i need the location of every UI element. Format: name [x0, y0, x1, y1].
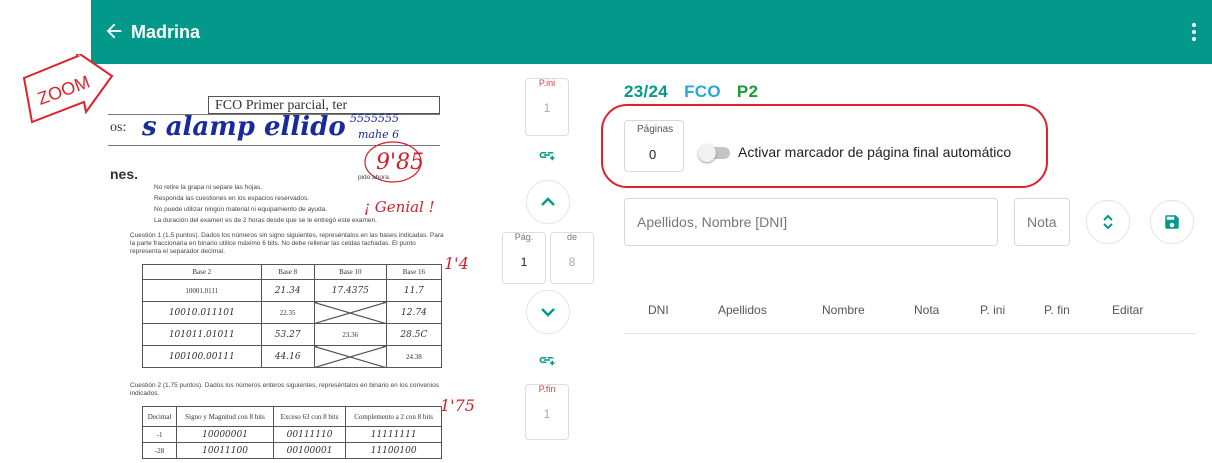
save-button[interactable]: [1150, 200, 1194, 244]
page-title: Madrina: [131, 22, 201, 42]
comment-mark: ¡ Genial !: [364, 198, 435, 216]
breadcrumb-year: 23/24: [624, 82, 669, 101]
save-icon: [1165, 215, 1179, 229]
arrow-left-icon[interactable]: [103, 20, 125, 42]
page-field[interactable]: Pág. 1: [502, 232, 546, 284]
instructions-tail: pido ahora.: [358, 174, 391, 181]
q1-header-base16: Base 16: [385, 264, 443, 280]
table-cell: 11.7: [385, 279, 443, 302]
page-value: 1: [520, 255, 528, 269]
total-pages-field: de 8: [550, 232, 594, 284]
table-cell: -1: [141, 426, 178, 443]
col-nota[interactable]: Nota: [914, 303, 939, 317]
col-pini[interactable]: P. ini: [980, 303, 1005, 317]
q1-header-base2: Base 2: [142, 264, 262, 280]
table-divider: [624, 333, 1196, 334]
col-apellidos[interactable]: Apellidos: [718, 303, 767, 317]
unfold-icon: [1103, 214, 1113, 230]
table-cell: 24.38: [385, 345, 443, 368]
page-down-button[interactable]: [526, 290, 570, 334]
handwritten-dni: 5555555: [350, 112, 399, 125]
app-bar: Madrina: [91, 0, 1212, 64]
page-up-button[interactable]: [526, 180, 570, 224]
question-2-table: Decimal Signo y Magnitud con 8 bits Exce…: [141, 406, 442, 459]
table-cell: 00111110: [272, 426, 347, 443]
col-editar[interactable]: Editar: [1112, 303, 1143, 317]
table-cell: 11100100: [345, 442, 442, 459]
breadcrumb-exam: P2: [736, 82, 759, 101]
table-cell: 10001.0111: [142, 279, 262, 302]
instruction-2: Responda las cuestiones en los espacios …: [154, 195, 310, 202]
question-1-table: Base 2 Base 8 Base 10 Base 16 10001.0111…: [142, 264, 443, 368]
pini-label: P.ini: [538, 78, 556, 88]
total-pages-label: de: [566, 232, 577, 242]
table-cell: 00100001: [272, 442, 347, 459]
section-title: nes.: [110, 166, 139, 182]
question-2-text: Cuestión 2 (1.75 puntos). Dados los núme…: [130, 382, 439, 397]
breadcrumb: 23/24 FCO P2: [624, 82, 769, 102]
col-nombre[interactable]: Nombre: [822, 303, 865, 317]
instruction-4: La duración del examen es de 2 horas des…: [154, 217, 377, 224]
q2-header-sm: Signo y Magnitud con 8 bits: [176, 406, 274, 427]
link-add-icon[interactable]: [538, 148, 556, 162]
table-cell: 22.35: [260, 301, 315, 324]
link-add-icon[interactable]: [538, 353, 556, 367]
exam-scan: FCO Primer parcial, ter os: s alamp elli…: [96, 74, 486, 463]
table-cell: 23.36: [313, 323, 387, 346]
q2-header-excess: Exceso 63 con 8 bits: [272, 406, 347, 427]
q2-header-decimal: Decimal: [141, 406, 178, 427]
col-pfin[interactable]: P. fin: [1044, 303, 1070, 317]
pfin-field[interactable]: P.fin 1: [525, 384, 569, 440]
table-cell: 17.4375: [313, 279, 387, 302]
question-2-score: 1'75: [440, 396, 475, 415]
handwritten-name: s alamp ellido: [142, 112, 346, 142]
question-1-text: Cuestión 1 (1.5 puntos). Dados los númer…: [130, 232, 444, 255]
table-cell: 44.16: [260, 345, 315, 368]
page-label: Pág.: [514, 232, 534, 242]
pini-value: 1: [543, 101, 551, 115]
table-cell: 11111111: [345, 426, 442, 443]
total-pages-value: 8: [568, 255, 576, 269]
pini-field[interactable]: P.ini 1: [525, 78, 569, 136]
table-cell: 28.5C: [385, 323, 443, 346]
crossed-cell: [313, 301, 387, 324]
table-cell: 101011.01011: [142, 323, 262, 346]
pfin-value: 1: [543, 407, 551, 421]
q1-header-base10: Base 10: [313, 264, 387, 280]
crossed-cell: [313, 345, 387, 368]
chevron-up-icon: [541, 197, 555, 206]
more-vert-icon[interactable]: [1190, 22, 1198, 42]
table-cell: 53.27: [260, 323, 315, 346]
table-cell: 10000001: [176, 426, 274, 443]
pfin-label: P.fin: [538, 384, 556, 394]
instruction-3: No puede utilizar ningún material ni equ…: [154, 206, 328, 213]
table-cell: -28: [141, 442, 178, 459]
nota-input[interactable]: [1014, 198, 1070, 246]
zoom-badge[interactable]: ZOOM: [20, 54, 116, 124]
table-cell: 10010.011101: [142, 301, 262, 324]
table-cell: 100100.00111: [142, 345, 262, 368]
breadcrumb-subject: FCO: [684, 82, 721, 101]
annotation-highlight: [601, 104, 1048, 188]
table-cell: 21.34: [260, 279, 315, 302]
table-cell: 12.74: [385, 301, 443, 324]
q2-header-c2: Complemento a 2 con 8 bits: [345, 406, 442, 427]
sort-button[interactable]: [1086, 200, 1130, 244]
chevron-down-icon: [541, 308, 555, 317]
q1-header-base8: Base 8: [260, 264, 315, 280]
table-cell: 10011100: [176, 442, 274, 459]
col-dni[interactable]: DNI: [648, 303, 669, 317]
instruction-1: No retire la grapa ni separe las hojas.: [154, 184, 263, 191]
question-1-score: 1'4: [444, 254, 469, 273]
student-search-input[interactable]: [624, 198, 998, 246]
